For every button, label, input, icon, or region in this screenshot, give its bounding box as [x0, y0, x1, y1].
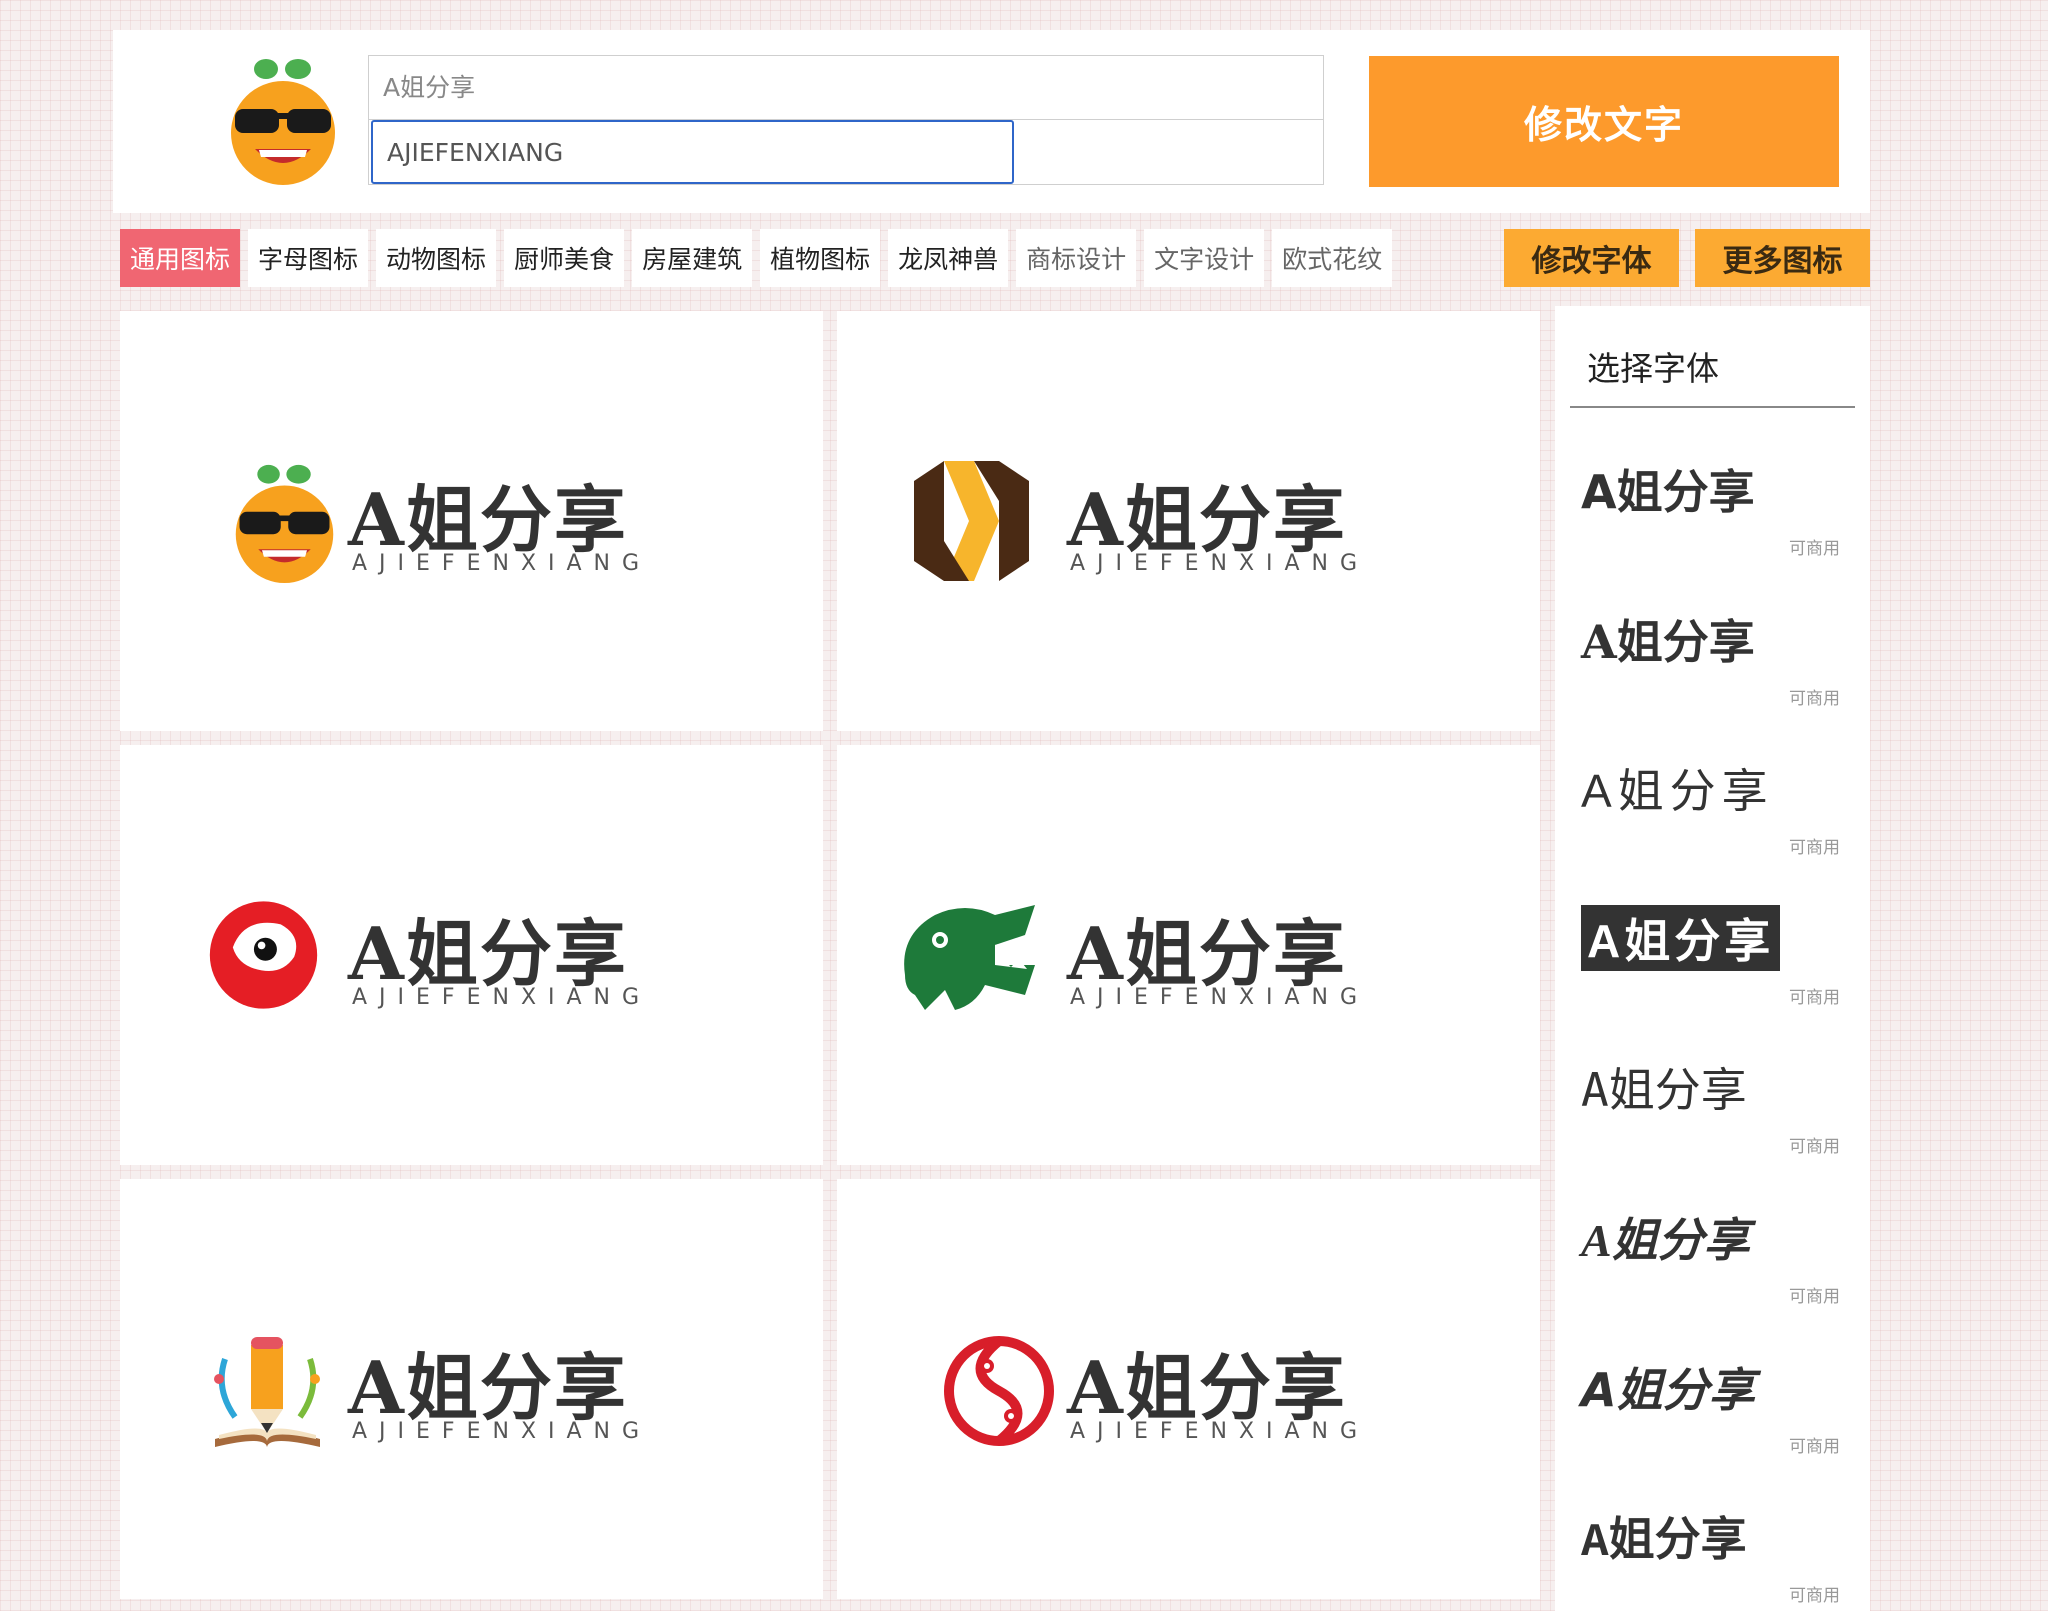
font-option[interactable]: A姐分享 可商用	[1555, 755, 1870, 905]
red-eye-icon	[209, 901, 318, 1009]
hex-ribbon-icon	[914, 461, 1029, 581]
commercial-tag: 可商用	[1789, 1287, 1840, 1307]
change-font-button[interactable]: 修改字体	[1504, 229, 1679, 287]
brand-sub-input[interactable]	[371, 120, 1014, 184]
font-sample: A姐分享	[1581, 465, 1755, 519]
tab-buildings[interactable]: 房屋建筑	[632, 229, 753, 287]
commercial-tag: 可商用	[1789, 1137, 1840, 1157]
brand-sub: AJIEFENXIANG	[1070, 1419, 1370, 1444]
tab-european-pattern[interactable]: 欧式花纹	[1272, 229, 1393, 287]
font-sidebar: 选择字体 A姐分享 可商用 A姐分享 可商用 A姐分享 可商用 A姐分享 可商用…	[1555, 306, 1870, 1611]
logo-card[interactable]: A姐分享 AJIEFENXIANG	[837, 1179, 1540, 1599]
font-sample: A姐分享	[1581, 1063, 1747, 1117]
font-sample: A姐分享	[1581, 905, 1781, 971]
crocodile-icon	[904, 905, 1035, 1010]
tab-general[interactable]: 通用图标	[120, 229, 241, 287]
font-option[interactable]: A姐分享 可商用	[1555, 456, 1870, 606]
font-option[interactable]: A姐分享 可商用	[1555, 1354, 1870, 1504]
brand-sub: AJIEFENXIANG	[352, 551, 652, 576]
commercial-tag: 可商用	[1789, 689, 1840, 709]
orange-sunglasses-icon	[235, 464, 334, 583]
more-icons-button[interactable]: 更多图标	[1695, 229, 1870, 287]
twin-fish-icon	[944, 1336, 1054, 1446]
logo-card[interactable]: A姐分享 AJIEFENXIANG	[837, 311, 1540, 731]
tab-letters[interactable]: 字母图标	[248, 229, 369, 287]
header-bar: 修改文字	[113, 30, 1870, 213]
brand-name-input[interactable]	[369, 56, 1323, 120]
brand-sub: AJIEFENXIANG	[352, 1419, 652, 1444]
tab-plants[interactable]: 植物图标	[760, 229, 881, 287]
font-option[interactable]: A姐分享 可商用	[1555, 1054, 1870, 1204]
logo-card[interactable]: A姐分享 AJIEFENXIANG	[120, 311, 823, 731]
brand-sub: AJIEFENXIANG	[1070, 551, 1370, 576]
brand-sub: AJIEFENXIANG	[1070, 985, 1370, 1010]
font-option[interactable]: A姐分享 可商用	[1555, 905, 1870, 1055]
font-sample: A姐分享	[1581, 765, 1774, 817]
orange-sunglasses-icon	[231, 59, 335, 185]
tab-trademark[interactable]: 商标设计	[1016, 229, 1137, 287]
brand-sub: AJIEFENXIANG	[352, 985, 652, 1010]
font-sample: A姐分享	[1581, 615, 1755, 669]
tab-text-design[interactable]: 文字设计	[1144, 229, 1265, 287]
tab-food[interactable]: 厨师美食	[504, 229, 625, 287]
font-sample: A姐分享	[1581, 1517, 1747, 1569]
font-sample: A姐分享	[1581, 1363, 1755, 1417]
logo-card[interactable]: A姐分享 AJIEFENXIANG	[120, 745, 823, 1165]
commercial-tag: 可商用	[1789, 1437, 1840, 1457]
font-sample: A姐分享	[1581, 1215, 1750, 1266]
logo-card[interactable]: A姐分享 AJIEFENXIANG	[837, 745, 1540, 1165]
font-option[interactable]: A姐分享 可商用	[1555, 606, 1870, 756]
tab-animals[interactable]: 动物图标	[376, 229, 497, 287]
modify-text-button[interactable]: 修改文字	[1369, 56, 1839, 187]
commercial-tag: 可商用	[1789, 539, 1840, 559]
logo-card[interactable]: A姐分享 AJIEFENXIANG	[120, 1179, 823, 1599]
divider	[1570, 406, 1855, 408]
font-option[interactable]: A姐分享 可商用	[1555, 1204, 1870, 1354]
text-input-group	[368, 55, 1324, 185]
category-tabs: 通用图标 字母图标 动物图标 厨师美食 房屋建筑 植物图标 龙凤神兽 商标设计 …	[120, 229, 1393, 287]
commercial-tag: 可商用	[1789, 1586, 1840, 1606]
sidebar-title: 选择字体	[1587, 349, 1719, 388]
commercial-tag: 可商用	[1789, 988, 1840, 1008]
commercial-tag: 可商用	[1789, 838, 1840, 858]
font-option[interactable]: A姐分享 可商用	[1555, 1503, 1870, 1611]
pencil-book-icon	[214, 1337, 320, 1447]
tab-dragons[interactable]: 龙凤神兽	[888, 229, 1009, 287]
